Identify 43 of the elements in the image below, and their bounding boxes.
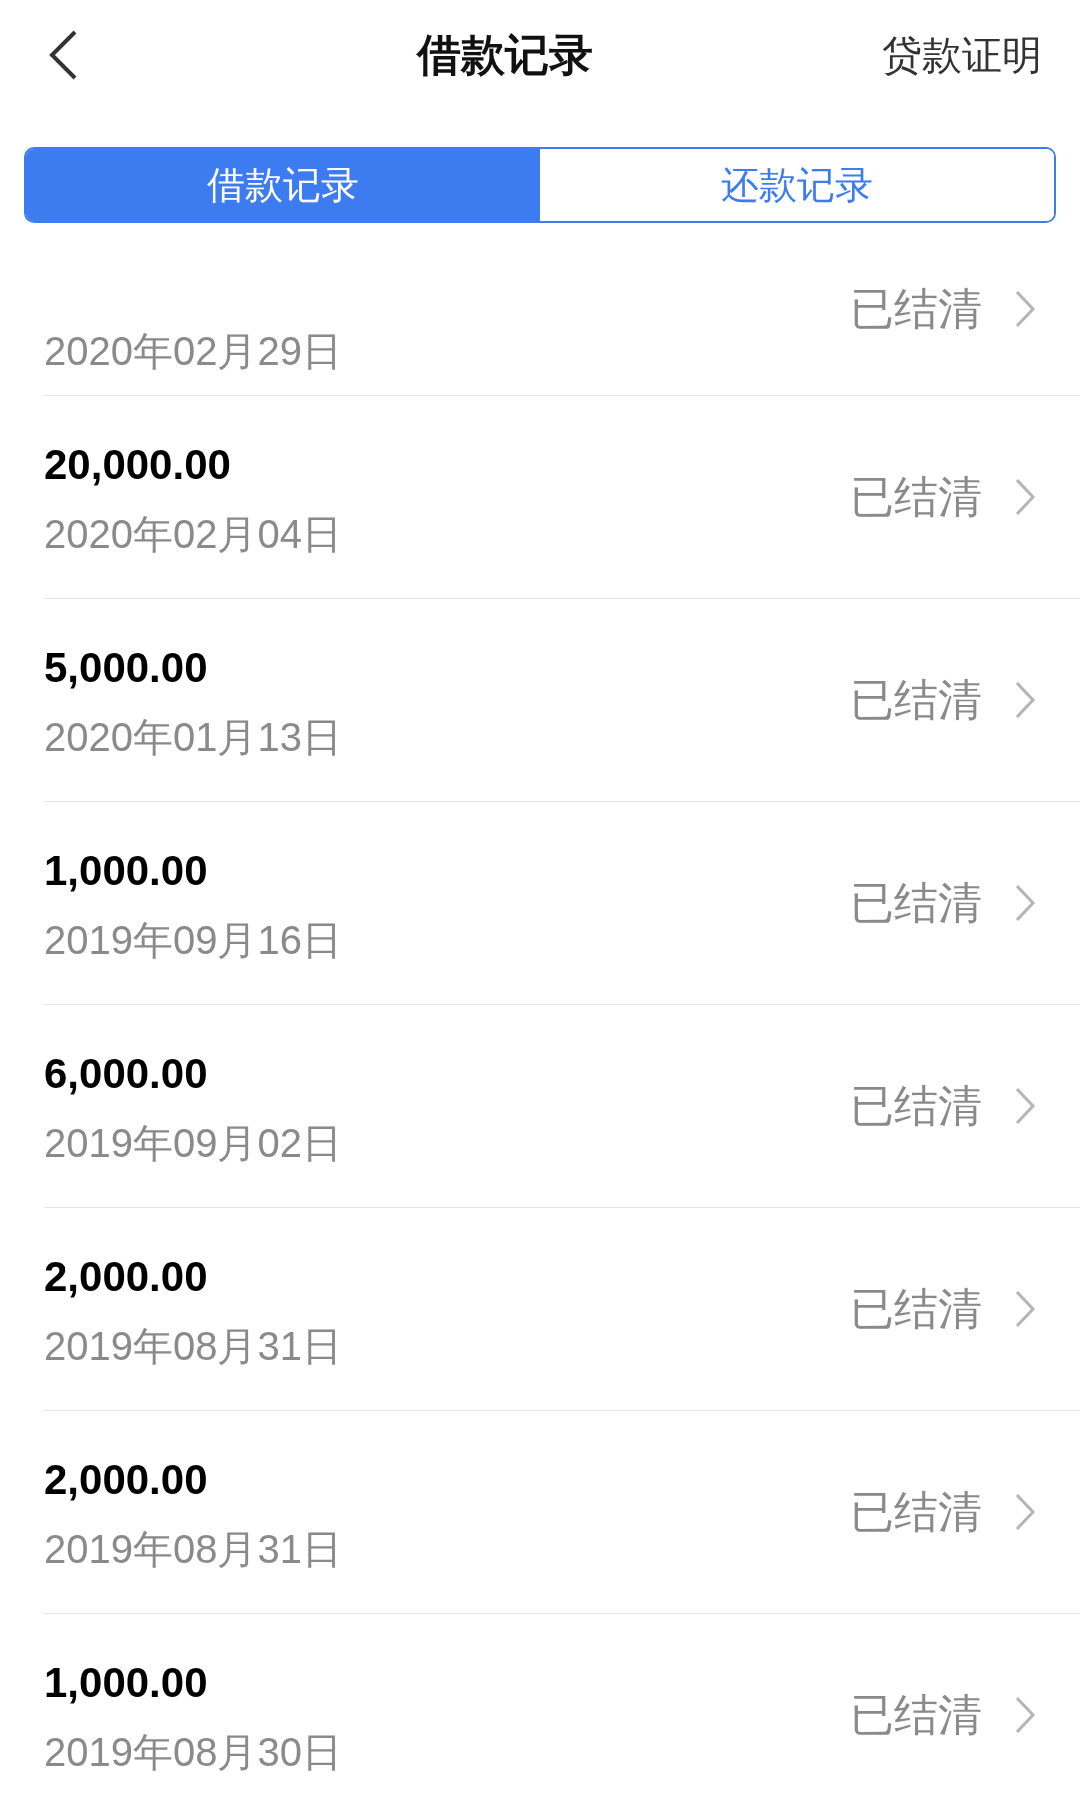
record-status-link[interactable]: 已结清	[850, 1479, 1036, 1545]
loan-amount: 5,000.00	[44, 647, 208, 689]
loan-date: 2019年08月30日	[44, 1732, 342, 1772]
record-status-link[interactable]: 已结清	[850, 464, 1036, 530]
loan-amount: 2,000.00	[44, 1256, 208, 1298]
chevron-right-icon	[1014, 1492, 1036, 1532]
loan-certificate-link[interactable]: 贷款证明	[882, 25, 1042, 85]
status-label: 已结清	[850, 283, 982, 335]
chevron-right-icon	[1014, 1695, 1036, 1735]
chevron-right-icon	[1014, 680, 1036, 720]
back-icon	[48, 29, 78, 81]
record-status-link[interactable]: 已结清	[850, 667, 1036, 733]
status-label: 已结清	[850, 674, 982, 726]
loan-date: 2019年09月16日	[44, 920, 342, 960]
loan-amount: 6,000.00	[44, 1053, 208, 1095]
chevron-right-icon	[1014, 1289, 1036, 1329]
status-label: 已结清	[850, 1283, 982, 1335]
chevron-right-icon	[1014, 883, 1036, 923]
loan-date: 2020年01月13日	[44, 717, 342, 757]
status-label: 已结清	[850, 877, 982, 929]
chevron-right-icon	[1014, 289, 1036, 329]
tab[interactable]: 借款记录	[26, 149, 540, 221]
status-label: 已结清	[850, 471, 982, 523]
page-title: 借款记录	[417, 29, 593, 81]
loan-date: 2020年02月04日	[44, 514, 342, 554]
loan-date: 2019年08月31日	[44, 1326, 342, 1366]
loan-amount: 1,000.00	[44, 1662, 208, 1704]
chevron-right-icon	[1014, 477, 1036, 517]
record-status-link[interactable]: 已结清	[850, 1276, 1036, 1342]
loan-amount: 1,000.00	[44, 850, 208, 892]
loan-date: 2019年08月31日	[44, 1529, 342, 1569]
record-status-link[interactable]: 已结清	[850, 276, 1036, 342]
record-status-link[interactable]: 已结清	[850, 1682, 1036, 1748]
record-status-link[interactable]: 已结清	[850, 870, 1036, 936]
status-label: 已结清	[850, 1486, 982, 1538]
chevron-right-icon	[1014, 1086, 1036, 1126]
status-label: 已结清	[850, 1080, 982, 1132]
loan-amount: 20,000.00	[44, 444, 231, 486]
record-status-link[interactable]: 已结清	[850, 1073, 1036, 1139]
loan-amount: 2,000.00	[44, 1459, 208, 1501]
loan-date: 2019年09月02日	[44, 1123, 342, 1163]
status-label: 已结清	[850, 1689, 982, 1741]
loan-date: 2020年02月29日	[44, 331, 342, 371]
